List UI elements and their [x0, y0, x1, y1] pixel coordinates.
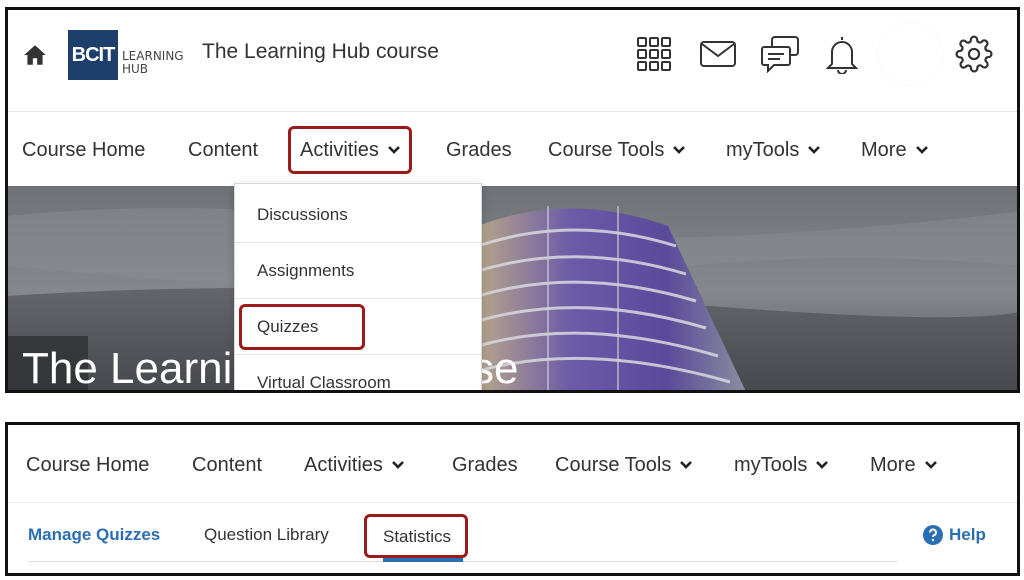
nav-label: Activities	[300, 138, 379, 161]
menu-item-discussions[interactable]: Discussions	[235, 187, 481, 243]
nav-label: Course Tools	[548, 138, 665, 161]
nav-label: More	[861, 138, 907, 161]
nav-label: Course Tools	[555, 453, 672, 476]
chevron-down-icon	[816, 461, 829, 469]
subnav-divider	[28, 561, 898, 562]
course-navbar: Course Home Content Activities Grades Co…	[8, 425, 1017, 503]
nav-activities[interactable]: Activities	[304, 445, 405, 485]
menu-item-label: Virtual Classroom	[257, 373, 391, 392]
activities-dropdown-menu: Discussions Assignments Quizzes Virtual …	[234, 183, 482, 392]
help-icon	[923, 525, 943, 545]
home-icon[interactable]	[22, 42, 48, 68]
nav-label: Course Home	[22, 138, 146, 161]
bcit-learning-hub-logo[interactable]: BCIT LEARNING HUB	[68, 30, 184, 82]
nav-label: Content	[192, 453, 263, 476]
mail-icon[interactable]	[698, 34, 738, 74]
nav-label: Activities	[304, 453, 383, 476]
chat-icon[interactable]	[760, 34, 800, 74]
nav-content[interactable]: Content	[192, 445, 262, 485]
quizzes-highlight	[239, 304, 365, 350]
tab-manage-quizzes[interactable]: Manage Quizzes	[28, 525, 160, 545]
nav-course-tools[interactable]: Course Tools	[555, 445, 693, 485]
menu-item-assignments[interactable]: Assignments	[235, 243, 481, 299]
help-label: Help	[949, 525, 986, 544]
chevron-down-icon	[808, 146, 821, 154]
nav-label: Grades	[452, 453, 518, 476]
logo-line-2: HUB	[122, 62, 149, 76]
nav-label: More	[870, 453, 916, 476]
nav-more[interactable]: More	[861, 130, 929, 170]
course-navbar: Course Home Content Activities Grades Co…	[8, 112, 1017, 186]
menu-item-label: Discussions	[257, 204, 348, 224]
tab-statistics[interactable]: Statistics	[364, 514, 469, 558]
active-tab-indicator	[383, 558, 463, 562]
nav-mytools[interactable]: myTools	[726, 130, 821, 170]
nav-course-tools[interactable]: Course Tools	[548, 130, 686, 170]
nav-label: Course Home	[26, 453, 150, 476]
nav-label: Grades	[446, 138, 512, 161]
nav-mytools[interactable]: myTools	[734, 445, 829, 485]
nav-course-home[interactable]: Course Home	[26, 445, 149, 485]
nav-course-home[interactable]: Course Home	[22, 130, 145, 170]
course-title-link[interactable]: The Learning Hub course	[202, 40, 439, 64]
chevron-down-icon	[924, 461, 937, 469]
gear-icon[interactable]	[954, 34, 994, 74]
menu-item-virtual-classroom[interactable]: Virtual Classroom	[235, 355, 481, 392]
nav-grades[interactable]: Grades	[452, 445, 518, 485]
bell-icon[interactable]	[822, 34, 862, 74]
chevron-down-icon	[387, 146, 400, 154]
app-grid-icon[interactable]	[634, 34, 674, 74]
chevron-down-icon	[673, 146, 686, 154]
nav-activities[interactable]: Activities	[288, 126, 412, 174]
nav-label: Content	[188, 138, 259, 161]
nav-label: myTools	[726, 138, 800, 161]
user-avatar[interactable]	[878, 24, 942, 84]
chevron-down-icon	[680, 461, 693, 469]
nav-label: myTools	[734, 453, 808, 476]
menu-item-label: Assignments	[257, 260, 355, 280]
header-bar: BCIT LEARNING HUB The Learning Hub cours…	[8, 10, 1017, 112]
menu-item-quizzes[interactable]: Quizzes	[235, 299, 481, 355]
chevron-down-icon	[915, 146, 928, 154]
nav-more[interactable]: More	[870, 445, 938, 485]
logo-wordmark: LEARNING HUB	[122, 50, 184, 76]
course-homepage-screenshot: BCIT LEARNING HUB The Learning Hub cours…	[5, 7, 1020, 393]
nav-content[interactable]: Content	[188, 130, 258, 170]
help-link[interactable]: Help	[923, 525, 986, 545]
tab-question-library[interactable]: Question Library	[204, 525, 329, 545]
nav-grades[interactable]: Grades	[446, 130, 512, 170]
logo-mark: BCIT	[68, 30, 118, 80]
course-banner: The Learning Hub course	[8, 186, 1017, 390]
quizzes-page-screenshot: Course Home Content Activities Grades Co…	[5, 422, 1020, 576]
chevron-down-icon	[391, 461, 404, 469]
